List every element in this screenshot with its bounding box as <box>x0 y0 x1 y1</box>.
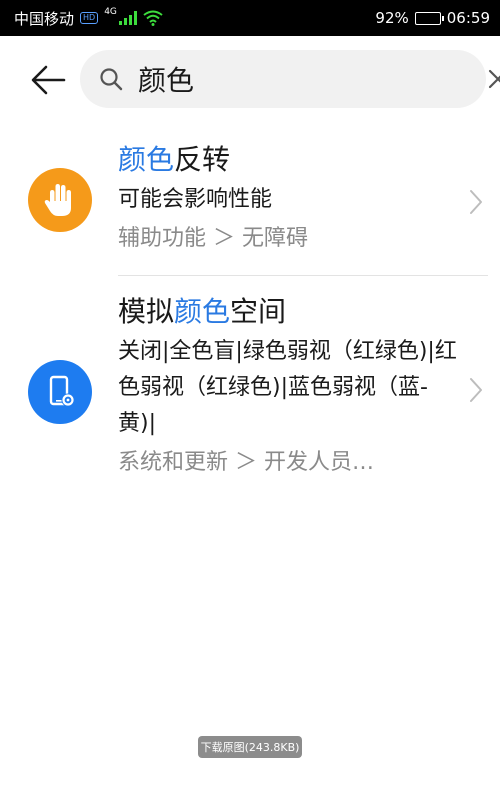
battery-icon <box>414 11 444 25</box>
title-rest: 反转 <box>174 143 231 176</box>
title-highlight: 颜色 <box>174 295 231 328</box>
result-path: 系统和更新 ＞ 开发人员… <box>118 450 374 475</box>
hand-icon <box>28 168 92 232</box>
result-divider <box>118 275 488 276</box>
download-original-button[interactable]: 下载原图(243.8KB) <box>198 736 302 758</box>
chevron-right-icon <box>470 378 482 402</box>
result-text: 模拟颜色空间 关闭|全色盲|绿色弱视（红绿色)|红色弱视（红绿色)|蓝色弱视（蓝… <box>118 294 458 480</box>
search-result-color-inversion[interactable]: 颜色反转 可能会影响性能 辅助功能 ＞ 无障碍 <box>0 132 500 272</box>
clear-search-button[interactable] <box>487 64 500 94</box>
arrow-left-icon <box>31 65 66 95</box>
title-rest: 空间 <box>230 295 287 328</box>
title-prefix: 模拟 <box>118 295 175 328</box>
signal-icon <box>118 11 137 25</box>
battery-percent: 92% <box>375 9 409 27</box>
carrier-name: 中国移动 <box>14 9 75 28</box>
search-bar <box>80 50 500 108</box>
result-path: 辅助功能 ＞ 无障碍 <box>118 226 308 251</box>
result-description: 可能会影响性能 <box>118 187 273 212</box>
result-title: 颜色反转 <box>118 142 458 178</box>
chevron-right-icon <box>470 190 482 214</box>
search-input[interactable] <box>138 62 487 96</box>
wifi-icon <box>143 10 163 26</box>
close-icon <box>488 69 500 89</box>
back-button[interactable] <box>26 58 70 102</box>
status-bar: 中国移动 HD 4G 92% 06:59 <box>0 0 500 36</box>
search-icon <box>100 68 123 91</box>
status-right: 92% 06:59 <box>375 9 490 27</box>
clock: 06:59 <box>446 9 490 27</box>
search-result-simulate-color-space[interactable]: 模拟颜色空间 关闭|全色盲|绿色弱视（红绿色)|红色弱视（红绿色)|蓝色弱视（蓝… <box>0 280 500 500</box>
result-description: 关闭|全色盲|绿色弱视（红绿色)|红色弱视（红绿色)|蓝色弱视（蓝-黄)| <box>118 339 457 436</box>
phone-settings-icon <box>28 360 92 424</box>
hd-badge: HD <box>80 12 99 24</box>
title-highlight: 颜色 <box>118 143 175 176</box>
result-title: 模拟颜色空间 <box>118 294 458 330</box>
result-text: 颜色反转 可能会影响性能 辅助功能 ＞ 无障碍 <box>118 142 458 256</box>
status-left: 中国移动 HD 4G <box>14 7 163 29</box>
network-type: 4G <box>104 7 117 17</box>
